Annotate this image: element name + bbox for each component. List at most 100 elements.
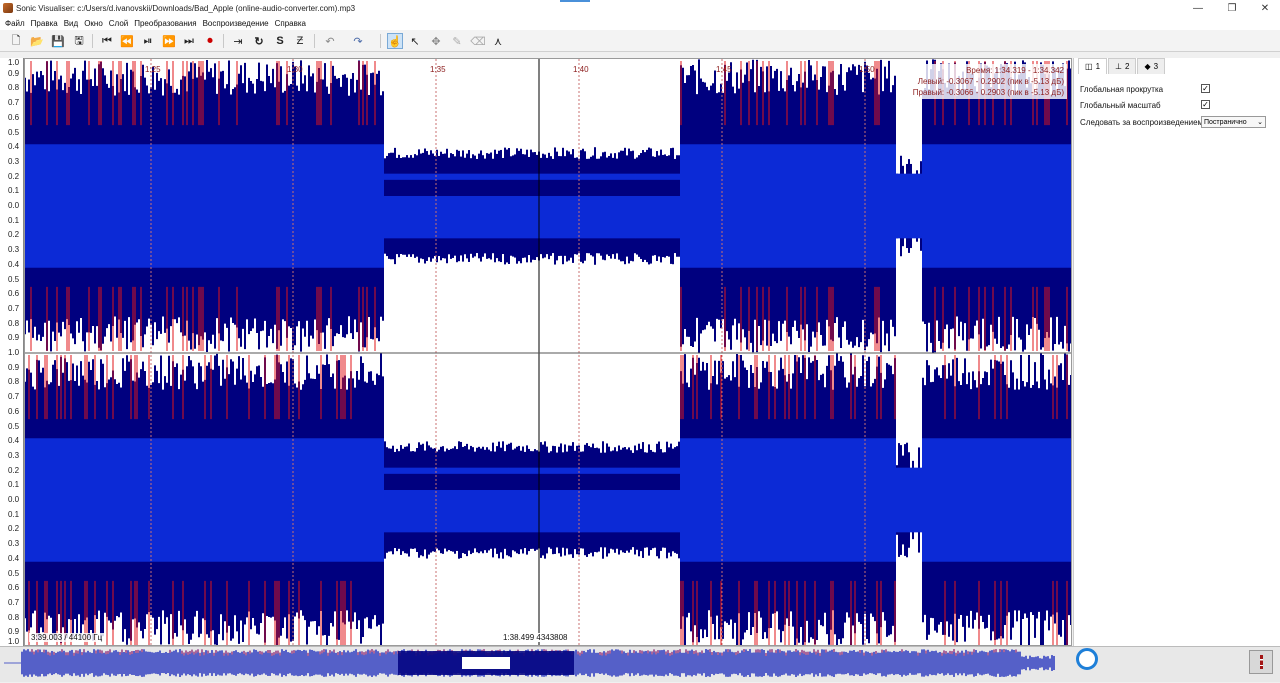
- info-right-channel: Правый: -0.3066 - 0.2903 (пик в -5.13 дБ…: [912, 88, 1064, 97]
- save-as-icon[interactable]: 🖫: [71, 33, 87, 49]
- scale-tick-label: 0.7: [8, 98, 20, 108]
- ruler-icon: ⊥: [1115, 62, 1122, 71]
- properties-panel: ◫ 1 ⊥ 2 ◆ 3 Глобальная прокрутка ✓ Глобальн…: [1073, 58, 1280, 646]
- scale-tick-label: 0.6: [8, 112, 20, 122]
- waveform-canvas[interactable]: [25, 59, 1072, 646]
- close-button[interactable]: ✕: [1248, 0, 1280, 16]
- tab-1[interactable]: ◫ 1: [1078, 58, 1108, 74]
- follow-icon[interactable]: Ƶ: [292, 33, 308, 49]
- app-icon: [3, 3, 13, 13]
- measure-tool-icon[interactable]: ⋏: [490, 33, 506, 49]
- fast-forward-icon[interactable]: ⏩: [161, 33, 177, 49]
- scale-tick-label: 0.1: [8, 480, 20, 490]
- record-icon[interactable]: ⏺: [202, 33, 218, 49]
- chevron-down-icon: ⌄: [1257, 119, 1263, 126]
- scale-tick-label: 0.9: [8, 68, 20, 78]
- move-tool-icon[interactable]: ✥: [428, 33, 444, 49]
- channel-1-waveform: [25, 59, 1071, 353]
- scale-tick-label: 1.0: [8, 637, 20, 646]
- menu-help[interactable]: Справка: [272, 19, 309, 28]
- tab-label: 1: [1095, 62, 1101, 71]
- follow-playback-value: Постранично: [1204, 119, 1247, 126]
- scale-tick-label: 0.7: [8, 392, 20, 402]
- minimize-button[interactable]: —: [1181, 0, 1215, 16]
- tab-2[interactable]: ⊥ 2: [1108, 58, 1137, 74]
- toolbar-separator: [92, 34, 93, 48]
- cursor-readout: 1:38.499 4343808: [501, 633, 570, 642]
- toolbar-separator: [314, 34, 315, 48]
- rewind-start-icon[interactable]: ⏮: [99, 33, 115, 49]
- menu-playback[interactable]: Воспроизведение: [200, 19, 272, 28]
- erase-tool-icon[interactable]: ⌫: [470, 33, 486, 49]
- scale-tick-label: 0.1: [8, 509, 20, 519]
- redo-icon[interactable]: ↷: [350, 33, 366, 49]
- menu-view[interactable]: Вид: [61, 19, 81, 28]
- draw-tool-icon[interactable]: ✎: [449, 33, 465, 49]
- timeline-label: 1:25: [145, 65, 161, 74]
- position-readout: 3:39.003 / 44100 Гц: [29, 633, 105, 642]
- scale-tick-label: 0.5: [8, 127, 20, 137]
- scale-tick-label: 0.5: [8, 568, 20, 578]
- solo-icon[interactable]: S: [272, 33, 288, 49]
- toolbar-separator: [380, 34, 381, 48]
- scale-tick-label: 0.3: [8, 450, 20, 460]
- pane-icon: ◫: [1085, 62, 1093, 71]
- follow-playback-label: Следовать за воспроизведением: [1080, 118, 1204, 127]
- scale-tick-label: 0.8: [8, 318, 20, 328]
- meter-bar: [1259, 655, 1263, 669]
- scale-tick-label: 0.9: [8, 362, 20, 372]
- menu-layer[interactable]: Слой: [106, 19, 131, 28]
- scale-tick-label: 0.4: [8, 142, 20, 152]
- info-left-channel: Левый: -0.3067 - 0.2902 (пик в -5.13 дБ): [917, 77, 1064, 86]
- menu-file[interactable]: Файл: [2, 19, 28, 28]
- follow-playback-select[interactable]: Постранично ⌄: [1201, 116, 1266, 128]
- scale-tick-label: 0.7: [8, 303, 20, 313]
- level-meter: [1249, 650, 1273, 674]
- global-scroll-checkbox[interactable]: ✓: [1201, 84, 1210, 93]
- channel-2-waveform: [25, 353, 1071, 645]
- play-pause-icon[interactable]: ⏯: [140, 33, 156, 49]
- play-selection-icon[interactable]: ⇥: [230, 33, 246, 49]
- global-scroll-label: Глобальная прокрутка: [1080, 85, 1164, 94]
- scale-tick-label: 0.9: [8, 627, 20, 637]
- menu-transform[interactable]: Преобразования: [131, 19, 199, 28]
- scale-tick-label: 0.7: [8, 597, 20, 607]
- scale-tick-label: 0.6: [8, 289, 20, 299]
- timeline-label: 1:45: [716, 65, 732, 74]
- menu-bar: Файл Правка Вид Окно Слой Преобразования…: [0, 16, 1280, 30]
- timeline-label: 1:30: [287, 65, 303, 74]
- scale-tick-label: 0.2: [8, 171, 20, 181]
- scale-tick-label: 0.2: [8, 465, 20, 475]
- info-time: Время: 1:34.319 - 1:34.342: [966, 66, 1064, 75]
- new-file-icon[interactable]: 🗋: [8, 33, 24, 49]
- global-zoom-label: Глобальный масштаб: [1080, 101, 1161, 110]
- scale-tick-label: 0.8: [8, 83, 20, 93]
- save-icon[interactable]: 💾: [50, 33, 66, 49]
- scale-tick-label: 0.3: [8, 245, 20, 255]
- select-tool-icon[interactable]: ↖: [407, 33, 423, 49]
- global-zoom-checkbox[interactable]: ✓: [1201, 100, 1210, 109]
- rewind-icon[interactable]: ⏪: [119, 33, 135, 49]
- scale-tick-label: 0.8: [8, 612, 20, 622]
- waveform-pane[interactable]: 1:25 1:30 1:35 1:40 1:45 1:50 Время: 1:3…: [24, 58, 1072, 646]
- playback-speed-dial[interactable]: [1076, 648, 1098, 670]
- loop-icon[interactable]: ↻: [251, 33, 267, 49]
- menu-window[interactable]: Окно: [81, 19, 106, 28]
- maximize-button[interactable]: ❐: [1215, 0, 1249, 16]
- tab-label: 2: [1124, 62, 1130, 71]
- scale-tick-label: 0.2: [8, 230, 20, 240]
- undo-icon[interactable]: ↶: [322, 33, 338, 49]
- menu-edit[interactable]: Правка: [28, 19, 61, 28]
- scale-tick-label: 1.0: [8, 58, 20, 67]
- tab-label: 3: [1153, 62, 1159, 71]
- toolbar-separator: [223, 34, 224, 48]
- timeline-label: 1:50: [859, 65, 875, 74]
- tab-3[interactable]: ◆ 3: [1137, 58, 1166, 74]
- layer-icon: ◆: [1144, 62, 1151, 71]
- scale-tick-label: 0.0: [8, 201, 20, 210]
- navigate-tool-icon[interactable]: ☝: [387, 33, 403, 49]
- scale-tick-label: 0.0: [8, 495, 20, 504]
- ffwd-end-icon[interactable]: ⏭: [181, 33, 197, 49]
- scale-tick-label: 0.6: [8, 583, 20, 593]
- open-file-icon[interactable]: 📂: [29, 33, 45, 49]
